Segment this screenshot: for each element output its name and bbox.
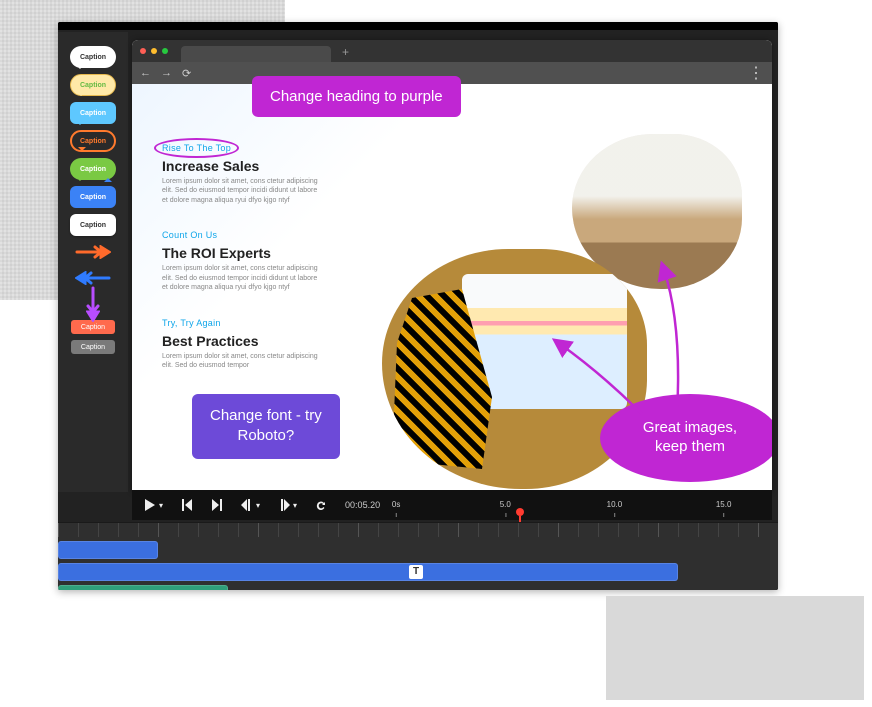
eyebrow-2: Count On Us xyxy=(162,230,217,240)
browser-tab[interactable] xyxy=(181,46,331,62)
annotation-arrow-2 xyxy=(552,324,652,424)
play-button[interactable]: ▾ xyxy=(144,499,163,511)
window-minimize-icon[interactable] xyxy=(151,48,157,54)
ruler-tick: 15.0 xyxy=(716,500,732,509)
browser-menu-icon[interactable]: ⋮ xyxy=(748,63,764,83)
playhead-icon[interactable] xyxy=(516,508,524,516)
timeline-clip[interactable] xyxy=(58,541,158,559)
step-back-button[interactable]: ▾ xyxy=(241,499,260,511)
new-tab-icon[interactable]: + xyxy=(342,45,349,59)
timeline-panel: T xyxy=(58,522,778,590)
browser-tab-strip: + xyxy=(132,40,772,62)
arrow-left-tool[interactable] xyxy=(75,271,111,285)
playback-controls: ▾ ▾ ▾ 00:05.20 0s 5.0 10.0 15.0 xyxy=(132,490,772,520)
webpage-document: Rise To The Top Increase Sales Lorem ips… xyxy=(132,84,772,492)
timeline-ruler[interactable] xyxy=(58,523,778,537)
loop-button[interactable] xyxy=(315,499,327,511)
callout-heading-purple[interactable]: Change heading to purple xyxy=(252,76,461,117)
reload-icon[interactable]: ⟳ xyxy=(182,67,191,80)
caption-style-1[interactable]: Caption xyxy=(70,74,116,96)
window-zoom-icon[interactable] xyxy=(162,48,168,54)
timeline-track-0[interactable] xyxy=(58,541,778,559)
text-clip-icon: T xyxy=(409,565,423,579)
caption-style-2[interactable]: Caption xyxy=(70,102,116,124)
ruler-tick: 10.0 xyxy=(607,500,623,509)
arrow-right-tool[interactable] xyxy=(75,245,111,259)
body-1: Lorem ipsum dolor sit amet, cons ctetur … xyxy=(162,177,322,205)
timeline-track-1[interactable]: T xyxy=(58,563,778,581)
ruler-tick: 5.0 xyxy=(500,500,511,509)
canvas-browser-frame: + ← → ⟳ ⋮ Rise To The Top Increase Sales… xyxy=(132,40,772,492)
decorative-box xyxy=(606,596,864,700)
editor-app-window: Caption Caption Caption Caption Caption Capti… xyxy=(58,22,778,590)
prev-marker-button[interactable] xyxy=(181,499,193,511)
arrow-down-tool[interactable] xyxy=(86,286,100,322)
step-forward-button[interactable]: ▾ xyxy=(278,499,297,511)
current-time: 00:05.20 xyxy=(345,500,380,510)
body-3: Lorem ipsum dolor sit amet, cons ctetur … xyxy=(162,352,322,371)
timeline-track-2[interactable] xyxy=(58,585,778,590)
caption-style-0[interactable]: Caption xyxy=(70,46,116,68)
annotation-sidebar: Caption Caption Caption Caption Caption Capti… xyxy=(58,32,128,492)
tag-tool-0[interactable]: Caption xyxy=(71,320,115,334)
eyebrow-1: Rise To The Top xyxy=(162,143,231,153)
caption-style-3[interactable]: Caption xyxy=(70,130,116,152)
timeline-clip[interactable] xyxy=(58,585,228,590)
caption-style-4[interactable]: Caption xyxy=(70,158,116,180)
callout-change-font[interactable]: Change font - try Roboto? xyxy=(192,394,340,459)
time-ruler-mini[interactable]: 0s5.010.015.0 xyxy=(396,498,760,512)
window-close-icon[interactable] xyxy=(140,48,146,54)
tag-tool-1[interactable]: Caption xyxy=(71,340,115,354)
caption-style-5[interactable]: Caption xyxy=(70,186,116,208)
forward-icon[interactable]: → xyxy=(161,67,172,79)
timeline-clip[interactable]: T xyxy=(58,563,678,581)
back-icon[interactable]: ← xyxy=(140,67,151,79)
eyebrow-3: Try, Try Again xyxy=(162,318,221,328)
caption-style-6[interactable]: Caption xyxy=(70,214,116,236)
next-marker-button[interactable] xyxy=(211,499,223,511)
ruler-tick: 0s xyxy=(392,500,400,509)
body-2: Lorem ipsum dolor sit amet, cons ctetur … xyxy=(162,264,322,292)
